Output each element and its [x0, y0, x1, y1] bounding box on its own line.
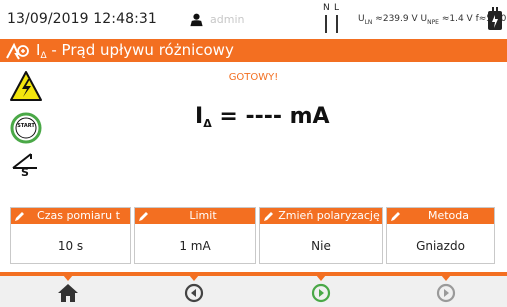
- back-icon[interactable]: [182, 282, 206, 304]
- play-icon[interactable]: [309, 282, 333, 304]
- voltage-readout: ULN ≈239.9 V UNPE ≈1.4 V f≈50.0 Hz: [358, 14, 507, 26]
- user-icon: [190, 13, 203, 27]
- clamp-label: S: [21, 166, 29, 179]
- plug-icon: [488, 7, 502, 30]
- datetime: 13/09/2019 12:48:31: [7, 11, 157, 27]
- panel-header: Czas pomiaru t: [11, 208, 130, 224]
- pencil-icon: [264, 212, 273, 221]
- panel-value: Gniazdo: [416, 239, 465, 253]
- panel-label: Zmień polaryzację: [278, 209, 380, 222]
- home-icon[interactable]: [56, 282, 80, 304]
- panel-header: Limit: [135, 208, 255, 224]
- phase-indicator: N L: [323, 3, 345, 33]
- user-name: admin: [210, 13, 245, 26]
- nav-notch: [189, 275, 199, 281]
- panel-value: Nie: [311, 239, 331, 253]
- forward-icon[interactable]: [434, 282, 458, 304]
- panel-label: Czas pomiaru t: [37, 209, 120, 222]
- nav-notch: [441, 275, 451, 281]
- phase-l-label: L: [334, 3, 340, 13]
- status-bar: 13/09/2019 12:48:31 admin N L ULN ≈239.9…: [0, 0, 507, 39]
- panel-value: 1 mA: [179, 239, 211, 253]
- nav-notch: [316, 275, 326, 281]
- title-bar: IΔ - Prąd upływu różnicowy: [0, 39, 507, 62]
- phase-n-label: N: [323, 3, 330, 13]
- clamp-icon: S: [11, 150, 39, 180]
- phase-l-bar: [336, 15, 338, 33]
- param-measurement-time[interactable]: Czas pomiaru t 10 s: [10, 207, 131, 264]
- panel-value: 10 s: [57, 239, 84, 253]
- param-polarity[interactable]: Zmień polaryzację Nie: [259, 207, 383, 264]
- leakage-current-icon: [6, 42, 29, 60]
- nav-notch: [63, 275, 73, 281]
- pencil-icon: [15, 212, 24, 221]
- page-title: IΔ - Prąd upływu różnicowy: [36, 41, 234, 61]
- param-method[interactable]: Metoda Gniazdo: [386, 207, 495, 264]
- pencil-icon: [139, 212, 148, 221]
- panel-label: Metoda: [427, 209, 470, 222]
- panel-label: Limit: [189, 209, 217, 222]
- result-value: IΔ = ---- mA: [195, 104, 330, 130]
- panel-header: Zmień polaryzację: [260, 208, 382, 224]
- start-button[interactable]: START: [10, 112, 42, 144]
- param-limit[interactable]: Limit 1 mA: [134, 207, 256, 264]
- panel-header: Metoda: [387, 208, 494, 224]
- bottom-nav: [0, 272, 507, 307]
- pencil-icon: [391, 212, 400, 221]
- start-label: START: [17, 123, 35, 129]
- phase-n-bar: [325, 15, 327, 33]
- status-ready: GOTOWY!: [228, 72, 279, 83]
